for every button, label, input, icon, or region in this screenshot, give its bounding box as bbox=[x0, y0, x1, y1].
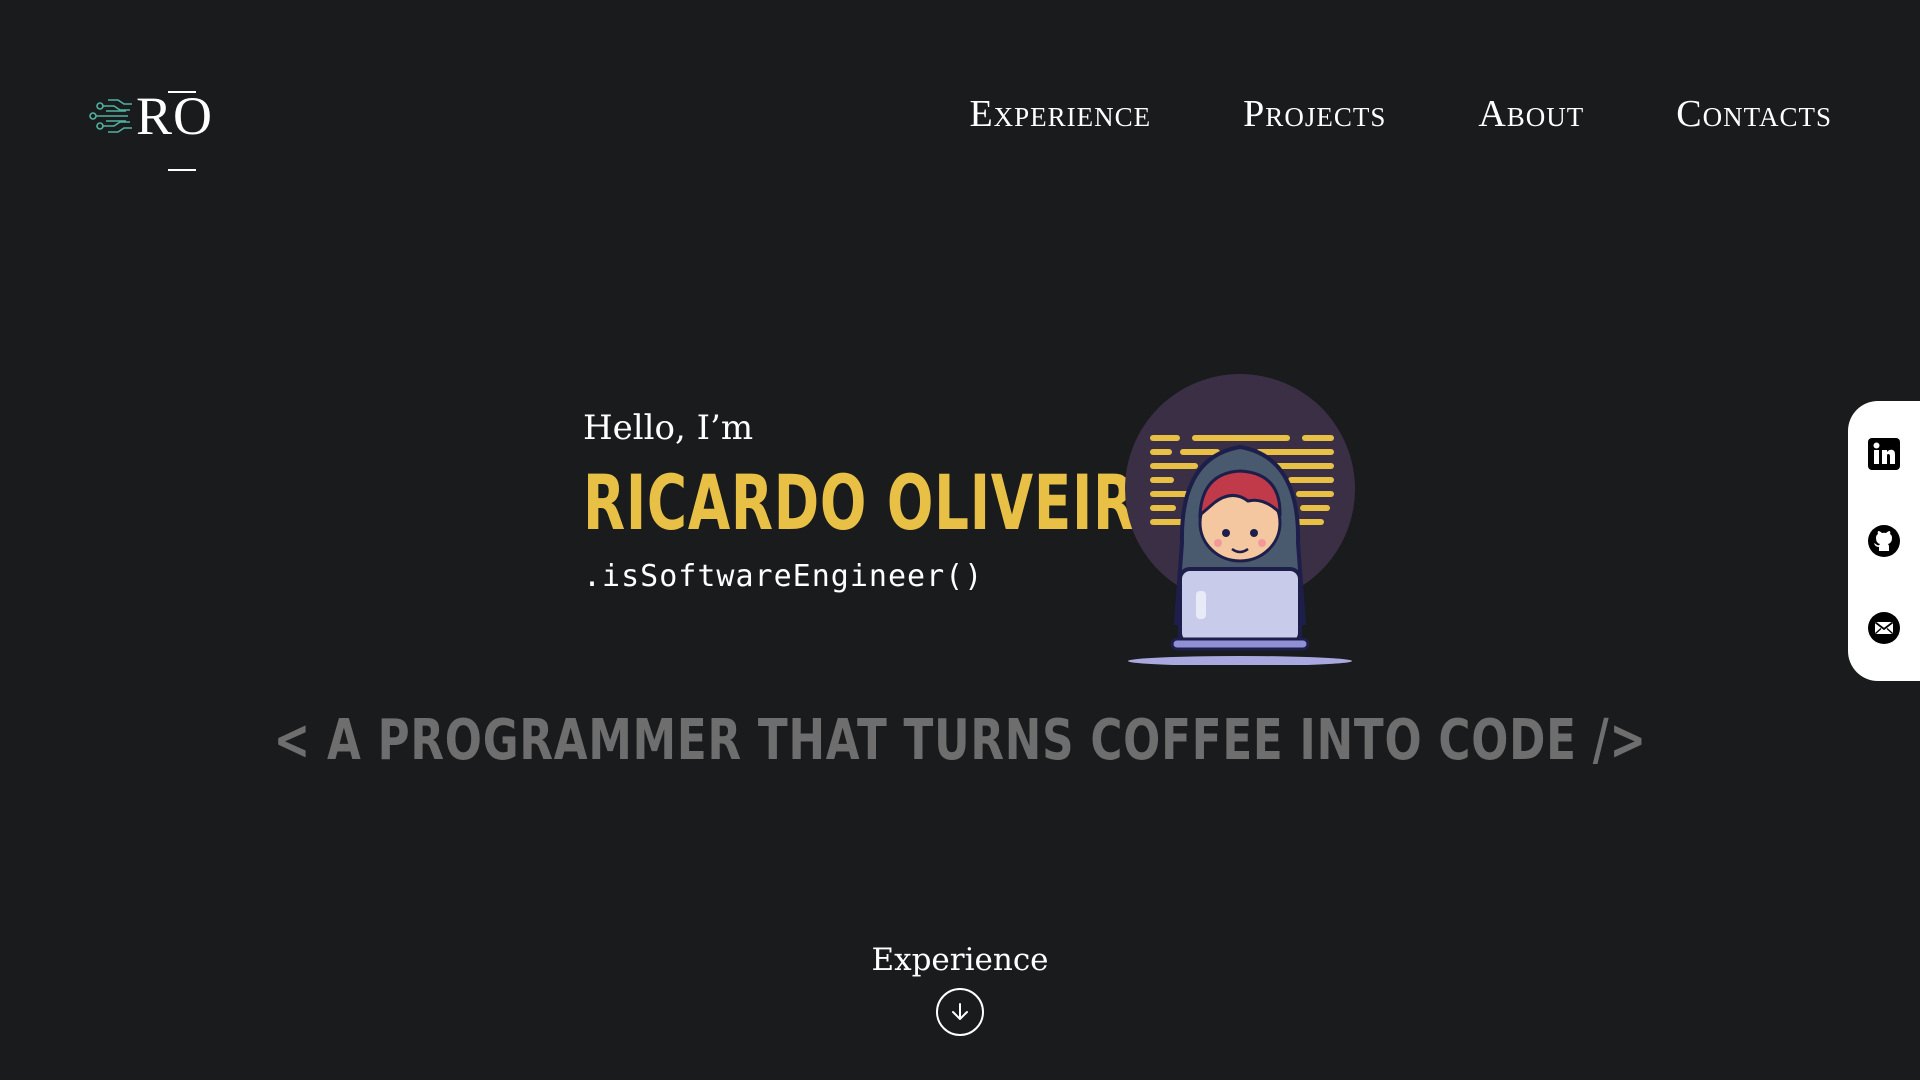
github-link[interactable] bbox=[1866, 523, 1902, 559]
scroll-down-button[interactable] bbox=[936, 988, 984, 1036]
site-logo[interactable]: RO bbox=[88, 72, 228, 171]
circuit-icon bbox=[89, 99, 132, 133]
social-sidebar bbox=[1848, 401, 1920, 681]
email-icon bbox=[1868, 611, 1900, 644]
page: RO Experience Projects About Contacts He… bbox=[0, 0, 1920, 1080]
scroll-to-experience: Experience bbox=[0, 942, 1920, 1036]
hero-name: RICARDO OLIVEIRA bbox=[583, 458, 1179, 547]
nav-projects[interactable]: Projects bbox=[1243, 92, 1386, 136]
scroll-label: Experience bbox=[871, 942, 1049, 978]
email-link[interactable] bbox=[1866, 610, 1902, 646]
main-nav: Experience Projects About Contacts bbox=[969, 92, 1832, 136]
logo-text: RO bbox=[136, 86, 214, 146]
nav-about[interactable]: About bbox=[1478, 92, 1584, 136]
tagline-text: < A PROGRAMMER THAT TURNS COFFEE INTO CO… bbox=[273, 708, 1647, 773]
programmer-avatar-illustration bbox=[1125, 374, 1355, 665]
linkedin-link[interactable] bbox=[1866, 436, 1902, 472]
nav-experience[interactable]: Experience bbox=[969, 92, 1151, 136]
github-icon bbox=[1868, 524, 1900, 557]
arrow-down-icon bbox=[952, 1003, 968, 1020]
linkedin-icon bbox=[1868, 438, 1900, 471]
nav-contacts[interactable]: Contacts bbox=[1676, 92, 1832, 136]
hero-tagline: < A PROGRAMMER THAT TURNS COFFEE INTO CO… bbox=[0, 708, 1920, 773]
